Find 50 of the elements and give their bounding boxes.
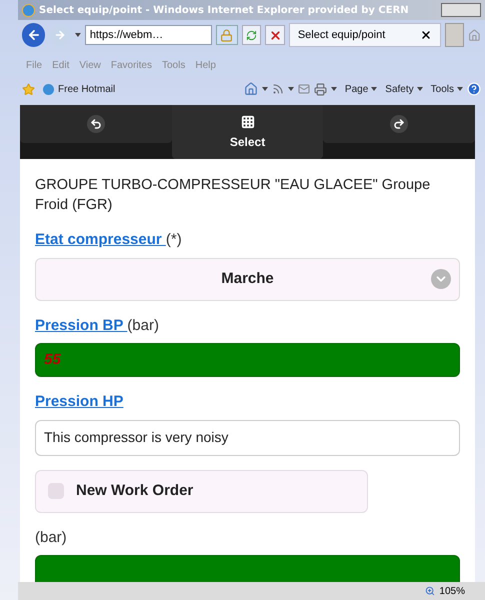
field-link[interactable]: Etat compresseur xyxy=(35,231,166,248)
caret-icon xyxy=(457,87,463,91)
field-link[interactable]: Pression HP xyxy=(35,393,124,410)
checkbox-label: New Work Order xyxy=(76,480,194,501)
zoom-icon xyxy=(425,586,436,596)
field-unit: (bar) xyxy=(127,316,159,334)
stop-button[interactable] xyxy=(265,25,285,45)
field-unit: (*) xyxy=(166,231,182,248)
page-title: GROUPE TURBO-COMPRESSEUR "EAU GLACEE" Groupe Froid (FGR) xyxy=(35,176,432,215)
nav-button[interactable]: Select xyxy=(172,105,324,159)
select-field[interactable]: Marche xyxy=(35,258,460,300)
caret-icon xyxy=(416,87,423,91)
address-field[interactable]: https://webm… xyxy=(84,25,212,45)
browser-icon xyxy=(22,4,35,16)
chevron-icon xyxy=(431,269,451,289)
field-unit: (bar) xyxy=(35,528,67,546)
arrow-right-icon xyxy=(54,29,66,41)
help-icon[interactable] xyxy=(467,82,481,96)
caret-icon xyxy=(330,87,337,91)
caret-icon xyxy=(74,33,81,37)
zoom-level[interactable]: 105% xyxy=(439,584,465,598)
checkbox[interactable] xyxy=(48,483,64,499)
caret-icon xyxy=(371,87,378,91)
field-link[interactable]: Pression BP xyxy=(35,316,128,334)
home-icon[interactable] xyxy=(244,82,258,96)
redo-icon xyxy=(390,115,408,133)
home-icon[interactable] xyxy=(468,28,481,42)
close-icon[interactable] xyxy=(420,29,432,41)
command-menu[interactable]: Tools xyxy=(430,82,463,96)
mail-icon[interactable] xyxy=(298,83,310,95)
window-title: Select equip/point - Windows Internet Explorer provided by CERN xyxy=(39,4,409,18)
text-field[interactable]: This compressor is very noisy xyxy=(35,420,460,456)
undo-icon xyxy=(86,115,105,133)
caret-icon xyxy=(288,87,294,91)
browser-tab[interactable]: Select equip/point xyxy=(288,23,441,47)
lock-icon xyxy=(216,25,238,45)
print-icon[interactable] xyxy=(314,82,327,96)
refresh-icon xyxy=(246,30,257,40)
favorite-link[interactable]: Free Hotmail xyxy=(43,82,116,96)
favorites-star-icon[interactable] xyxy=(22,82,35,96)
feed-icon[interactable] xyxy=(272,83,284,95)
checkbox-card[interactable]: New Work Order xyxy=(35,470,368,512)
number-field[interactable] xyxy=(35,555,460,582)
command-menu[interactable]: Page xyxy=(344,82,378,96)
grid-icon xyxy=(240,115,254,129)
stop-icon xyxy=(268,28,282,42)
refresh-button[interactable] xyxy=(242,25,262,45)
command-menu[interactable]: Safety xyxy=(385,82,423,96)
caret-icon xyxy=(262,87,268,91)
back-button[interactable] xyxy=(22,23,46,47)
